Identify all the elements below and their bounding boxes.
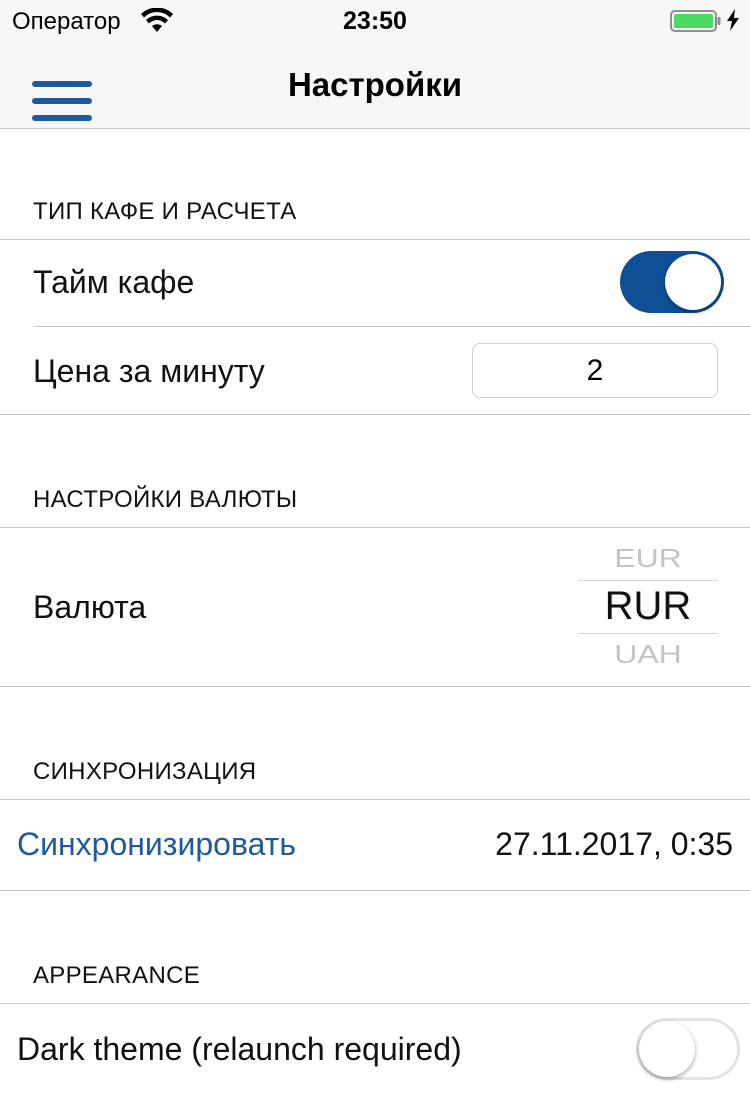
- status-bar: Оператор 23:50: [0, 0, 750, 40]
- price-per-minute-label: Цена за минуту: [33, 353, 265, 389]
- separator: [0, 1003, 750, 1004]
- separator: [33, 326, 750, 327]
- time-cafe-label: Тайм кафе: [33, 264, 195, 300]
- currency-option[interactable]: UAH: [578, 640, 718, 668]
- sync-button[interactable]: Синхронизировать: [17, 826, 296, 863]
- section-header-appearance: APPEARANCE: [33, 962, 201, 989]
- separator: [0, 799, 750, 800]
- status-time: 23:50: [343, 7, 407, 35]
- navigation-bar: Настройки: [0, 40, 750, 129]
- currency-option[interactable]: EUR: [578, 544, 718, 574]
- currency-label: Валюта: [33, 589, 147, 625]
- section-header-cafe: ТИП КАФЕ И РАСЧЕТА: [33, 198, 297, 225]
- last-sync-date: 27.11.2017, 0:35: [495, 826, 733, 862]
- charging-icon: [727, 9, 739, 31]
- battery-icon: [670, 10, 721, 32]
- section-header-currency: НАСТРОЙКИ ВАЛЮТЫ: [33, 486, 298, 513]
- currency-picker[interactable]: EUR RUR UAH: [578, 540, 718, 668]
- time-cafe-toggle[interactable]: [620, 251, 724, 313]
- separator: [0, 527, 750, 528]
- dark-theme-toggle[interactable]: [636, 1018, 740, 1080]
- dark-theme-label: Dark theme (relaunch required): [17, 1031, 462, 1067]
- currency-option-selected[interactable]: RUR: [578, 584, 718, 629]
- separator: [0, 414, 750, 415]
- separator: [0, 239, 750, 240]
- price-per-minute-input[interactable]: 2: [472, 343, 718, 398]
- page-title: Настройки: [287, 66, 463, 103]
- separator: [0, 686, 750, 687]
- separator: [0, 890, 750, 891]
- section-header-sync: СИНХРОНИЗАЦИЯ: [33, 758, 257, 785]
